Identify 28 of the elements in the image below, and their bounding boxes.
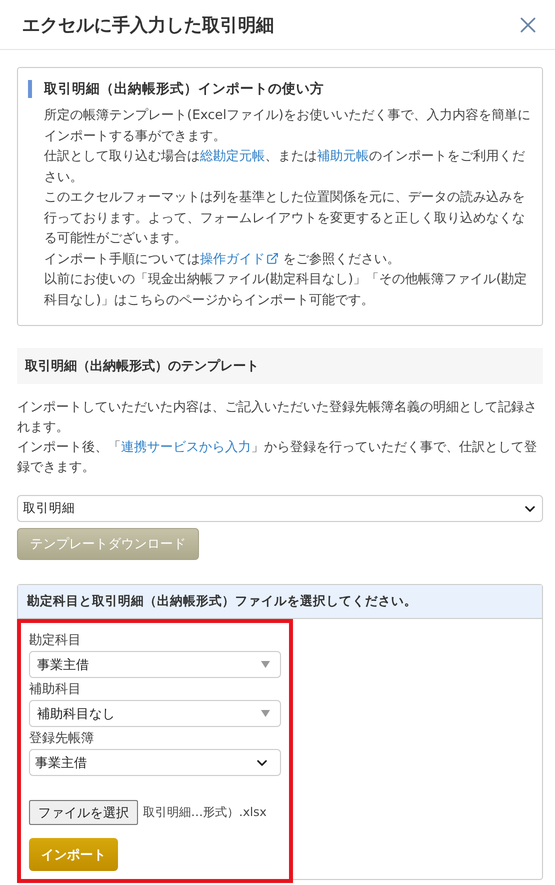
help-paragraph: このエクセルフォーマットは列を基準とした位置関係を元に、データの読み込みを行っております。よって、フォームレイアウトを変更すると正しく取り込めなくなる可能性がございます。 [43,189,526,248]
triangle-icon [261,710,270,717]
import-button[interactable]: インポート [29,838,118,871]
file-name: 取引明細…形式）.xlsx [143,804,267,821]
help-title: 取引明細（出納帳形式）インポートの使い方 [28,80,532,98]
field-label: 補助科目 [29,681,82,699]
help-paragraph: 以前にお使いの「現金出納帳ファイル(勘定科目なし)」「その他帳簿ファイル(勘定科目なし)」はこちらのページからインポート可能です。 [43,271,528,310]
text-link[interactable]: 総勘定元帳 [200,149,265,164]
file-choose-button[interactable]: ファイルを選択 [29,800,138,825]
help-paragraph: 所定の帳簿テンプレート(Excelファイル)をお使いいただく事で、入力内容を簡単にインポートする事ができます。 [43,107,532,146]
panel-heading: 勘定科目と取引明細（出納帳形式）ファイルを選択してください。 [18,585,542,619]
template-select[interactable]: 取引明細 [17,495,543,522]
external-link-icon [266,252,279,264]
text-link[interactable]: 補助元帳 [317,149,369,164]
triangle-icon [261,661,270,668]
text-link[interactable]: 連携サービスから入力 [121,440,251,455]
field-label: 登録先帳簿 [29,730,95,748]
help-paragraph: インポート手順については操作ガイド をご参照ください。 [43,250,401,268]
help-paragraph: 仕訳として取り込む場合は総勘定元帳、または補助元帳のインポートをご利用ください。 [43,148,526,186]
description-paragraph: インポートしていただいた内容は、ご記入いただいた登録先帳簿名義の明細として記録されます。 [17,399,538,437]
select-field[interactable]: 補助科目なし [29,700,281,727]
external-link[interactable]: 操作ガイド [200,252,283,266]
description-paragraph: インポート後、「連携サービスから入力」から登録を行っていただく事で、仕訳として登録できます。 [17,439,538,477]
select-field[interactable]: 事業主借 [29,651,281,678]
section-heading: 取引明細（出納帳形式）のテンプレート [17,348,543,384]
field-label: 勘定科目 [29,632,82,650]
select-field[interactable]: 事業主借 [29,749,281,776]
dialog-title: エクセルに手入力した取引明細 [22,14,274,36]
